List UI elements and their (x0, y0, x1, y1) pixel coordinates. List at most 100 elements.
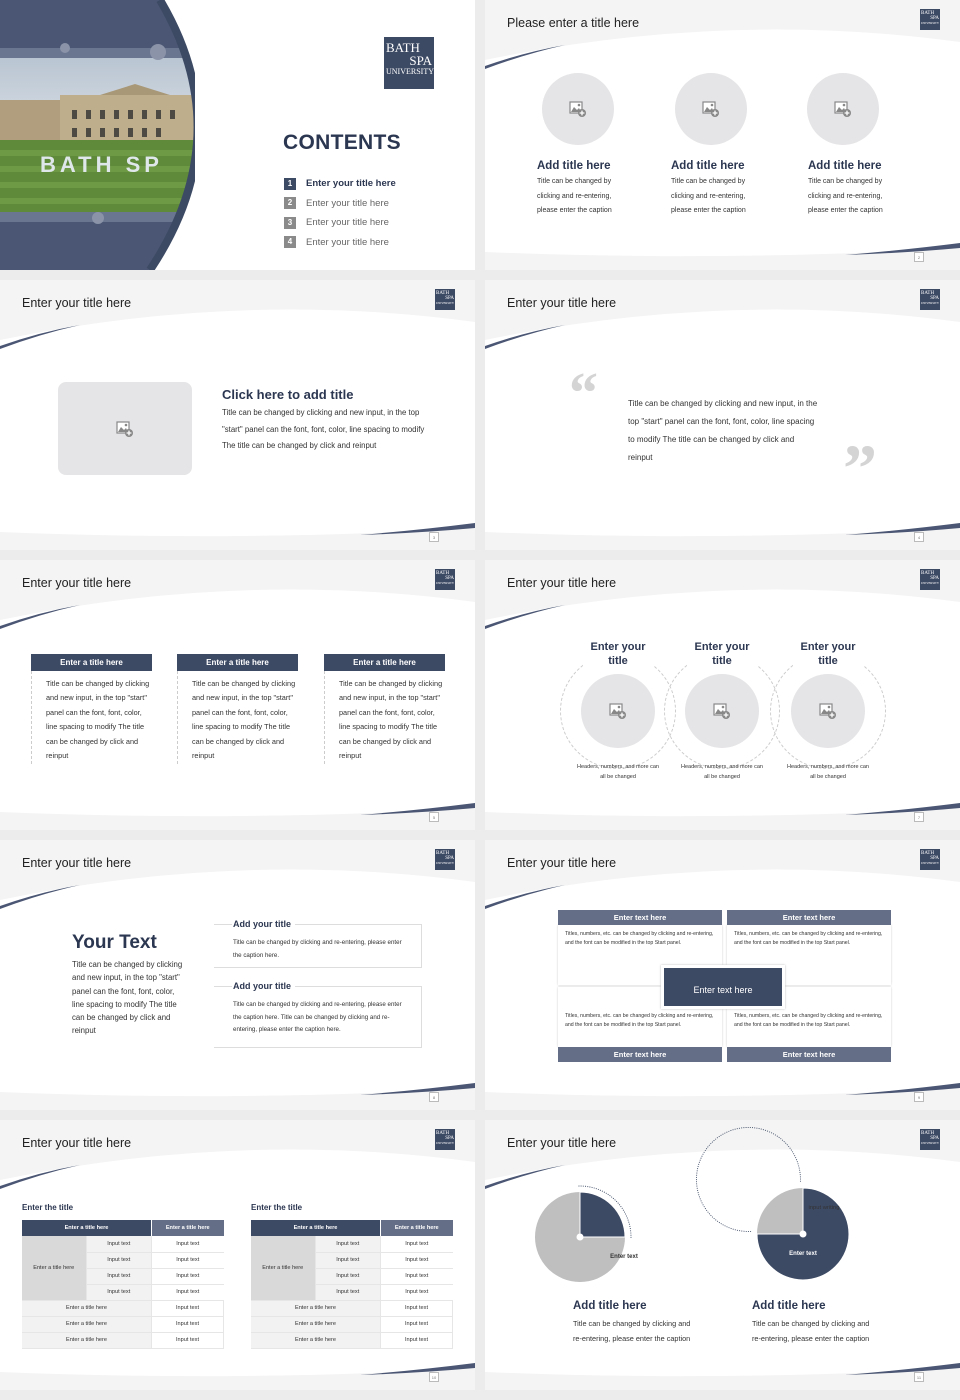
item-title[interactable]: Add title here (808, 160, 908, 172)
center-box[interactable]: Enter text here (661, 965, 785, 1009)
ring-title[interactable]: Enter your title (583, 640, 653, 668)
table-cell[interactable]: Input text (151, 1252, 224, 1269)
table-row: Enter a title here Input text (251, 1300, 453, 1317)
data-table: Enter a title here Enter a title here Ente… (22, 1220, 224, 1349)
text-card[interactable]: Add your title Title can be changed by c… (214, 919, 422, 968)
table-cell[interactable]: Input text (151, 1284, 224, 1301)
university-logo: BATH SPA UNIVERSITY (920, 289, 940, 310)
image-placeholder[interactable] (685, 674, 759, 748)
logo-line-university: UNIVERSITY (921, 861, 939, 865)
image-placeholder[interactable] (542, 73, 614, 145)
ring-title[interactable]: Enter your title (687, 640, 757, 668)
image-placeholder[interactable] (581, 674, 655, 748)
your-text-heading[interactable]: Your Text (72, 932, 157, 954)
slide-three-rings[interactable]: Enter your title here Enter your title He… (485, 560, 960, 830)
quad-header[interactable]: Enter text here (727, 1047, 891, 1062)
slide-three-columns[interactable]: Enter your title here Enter a title here… (0, 560, 475, 830)
table-cell[interactable]: Input text (380, 1252, 453, 1269)
page-number: 2 (914, 252, 924, 262)
table-cell[interactable]: Input text (380, 1268, 453, 1285)
table-cell[interactable]: Input text (314, 1268, 381, 1285)
slide-title[interactable]: Enter your title here (22, 576, 131, 590)
text-card[interactable]: Add your title Title can be changed by c… (214, 981, 422, 1048)
image-placeholder[interactable] (791, 674, 865, 748)
slide-title[interactable]: Enter your title here (507, 856, 616, 870)
pie-title[interactable]: Add title here (752, 1300, 825, 1312)
table-cell[interactable]: Input text (85, 1284, 152, 1301)
slide-tables[interactable]: Enter your title here Enter the title Ent… (0, 1120, 475, 1390)
table-cell[interactable]: Input text (380, 1284, 453, 1301)
table-cell[interactable]: Input text (85, 1236, 152, 1253)
column-header[interactable]: Enter a title here (177, 654, 298, 671)
image-placeholder[interactable] (58, 382, 192, 475)
toc-item[interactable]: 4 Enter your title here (284, 233, 396, 253)
table-row-label[interactable]: Enter a title here (22, 1300, 152, 1317)
table-row-label[interactable]: Enter a title here (251, 1316, 381, 1333)
slide-three-circles[interactable]: Please enter a title here Add title here… (485, 0, 960, 270)
table-cell[interactable]: Input text (380, 1316, 453, 1333)
university-logo: BATH SPA UNIVERSITY (384, 37, 434, 89)
table-row-label[interactable]: Enter a title here (22, 1332, 152, 1349)
quad-body: Titles, numbers, etc. can be changed by … (565, 931, 714, 946)
image-placeholder[interactable] (675, 73, 747, 145)
column-header[interactable]: Enter a title here (324, 654, 445, 671)
ring-caption: Headers, numbers, and more can all be ch… (577, 764, 659, 780)
quad-header[interactable]: Enter text here (558, 910, 722, 925)
table-cell[interactable]: Input text (314, 1236, 381, 1253)
table-row-label[interactable]: Enter a title here (251, 1332, 381, 1349)
slide-title[interactable]: Enter your title here (22, 296, 131, 310)
table-row: Enter a title here Input text Input text (22, 1236, 224, 1301)
table-cell[interactable]: Input text (85, 1268, 152, 1285)
slide-title[interactable]: Enter your title here (507, 576, 616, 590)
toc-item[interactable]: 1 Enter your title here (284, 174, 396, 194)
table-cell[interactable]: Input text (151, 1332, 224, 1349)
table-header-cell[interactable]: Enter a title here (380, 1220, 453, 1236)
logo-line-spa: SPA (409, 53, 432, 68)
logo-line-university: UNIVERSITY (921, 301, 939, 305)
image-placeholder[interactable] (807, 73, 879, 145)
table-header-cell[interactable]: Enter a title here (22, 1220, 152, 1236)
toc-item[interactable]: 3 Enter your title here (284, 213, 396, 233)
table-cell[interactable]: Input text (380, 1300, 453, 1317)
column-header[interactable]: Enter a title here (31, 654, 152, 671)
slide-title[interactable]: Enter your title here (22, 856, 131, 870)
table-header-cell[interactable]: Enter a title here (251, 1220, 381, 1236)
table-row-label[interactable]: Enter a title here (251, 1300, 381, 1317)
table-group-label[interactable]: Enter a title here (251, 1236, 315, 1301)
quad-header[interactable]: Enter text here (727, 910, 891, 925)
add-image-icon (834, 101, 852, 117)
university-logo: BATH SPA UNIVERSITY (435, 849, 455, 870)
item-title[interactable]: Add title here (537, 160, 637, 172)
slide-title[interactable]: Enter your title here (22, 1136, 131, 1150)
slide-title[interactable]: Please enter a title here (507, 16, 639, 30)
slide-quad[interactable]: Enter your title here Enter text here Tit… (485, 840, 960, 1110)
table-cell[interactable]: Input text (85, 1252, 152, 1269)
card-body: Title can be changed by clicking and re-… (233, 1001, 402, 1033)
table-row-label[interactable]: Enter a title here (22, 1316, 152, 1333)
table-cell[interactable]: Input text (314, 1284, 381, 1301)
table-header-cell[interactable]: Enter a title here (151, 1220, 224, 1236)
table-cell[interactable]: Input text (380, 1332, 453, 1349)
toc-item[interactable]: 2 Enter your title here (284, 194, 396, 214)
slide-title[interactable]: Enter your title here (507, 296, 616, 310)
item-title[interactable]: Add title here (671, 160, 771, 172)
table-cell[interactable]: Input text (151, 1236, 224, 1253)
slide-cover-contents[interactable]: BATH SP BATH SPA UNIVERSITY CONTENTS 1 En… (0, 0, 475, 270)
ring-title[interactable]: Enter your title (793, 640, 863, 668)
table-cell[interactable]: Input text (151, 1268, 224, 1285)
slide-quote[interactable]: Enter your title here “ Title can be cha… (485, 280, 960, 550)
table-cell[interactable]: Input text (314, 1252, 381, 1269)
table-of-contents: 1 Enter your title here 2 Enter your title… (284, 174, 396, 252)
slide-image-text[interactable]: Enter your title here Click here to add … (0, 280, 475, 550)
pie-slice-rest[interactable] (757, 1188, 803, 1234)
circle-item-text: Add title here Title can be changed by cl… (808, 160, 908, 219)
slide-pies[interactable]: Enter your title here input writing Enter… (485, 1120, 960, 1390)
section-heading[interactable]: Click here to add title (222, 387, 353, 402)
quad-header[interactable]: Enter text here (558, 1047, 722, 1062)
slide-your-text[interactable]: Enter your title here Your Text Title ca… (0, 840, 475, 1110)
table-group-label[interactable]: Enter a title here (22, 1236, 86, 1301)
table-cell[interactable]: Input text (151, 1300, 224, 1317)
open-quote-icon: “ (569, 360, 598, 425)
table-cell[interactable]: Input text (380, 1236, 453, 1253)
table-cell[interactable]: Input text (151, 1316, 224, 1333)
